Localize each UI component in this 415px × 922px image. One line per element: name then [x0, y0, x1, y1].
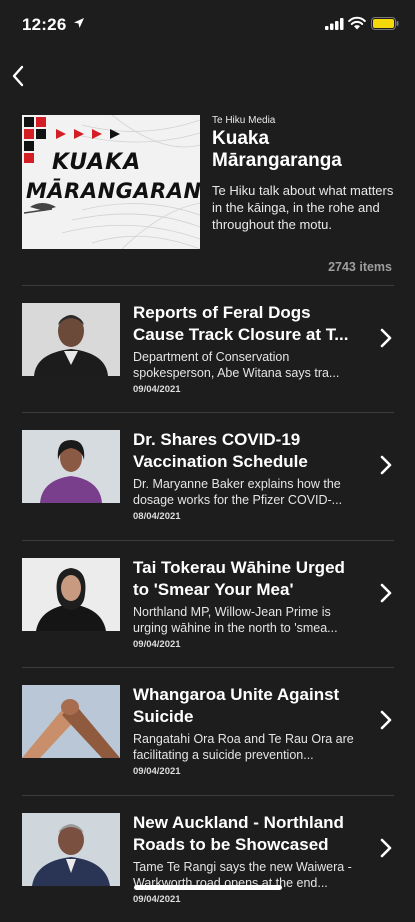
- episode-title: Tai Tokerau Wāhine Urged to 'Smear Your …: [133, 558, 345, 599]
- location-arrow-icon: [74, 18, 84, 28]
- episode-date: 09/04/2021: [133, 384, 181, 395]
- chevron-right-icon: [380, 838, 392, 858]
- podcast-title: Kuaka Mārangaranga: [212, 128, 342, 171]
- episode-description: Rangatahi Ora Roa and Te Rau Ora are fac…: [133, 732, 354, 762]
- podcast-header: KUAKA MĀRANGARANGA Te Hiku Media Kuaka M…: [22, 112, 394, 282]
- status-bar: 12:26: [0, 0, 415, 50]
- wifi-icon: [348, 16, 366, 30]
- episode-description: Dr. Maryanne Baker explains how the dosa…: [133, 477, 343, 507]
- signal-icon: [325, 18, 344, 30]
- battery-icon: [371, 17, 399, 30]
- episode-thumbnail: [22, 685, 120, 758]
- chevron-right-icon: [380, 583, 392, 603]
- episode-thumbnail: [22, 813, 120, 886]
- episode-thumbnail: [22, 558, 120, 631]
- episode-title: Reports of Feral Dogs Cause Track Closur…: [133, 303, 349, 344]
- episode-description: Northland MP, Willow-Jean Prime is urgin…: [133, 605, 338, 635]
- episode-row[interactable]: Reports of Feral Dogs Cause Track Closur…: [22, 286, 394, 412]
- podcast-cover-art: KUAKA MĀRANGARANGA: [22, 115, 200, 249]
- episode-description: Department of Conservation spokesperson,…: [133, 350, 340, 380]
- episode-row[interactable]: Tai Tokerau Wāhine Urged to 'Smear Your …: [22, 541, 394, 667]
- items-count: 2743 items: [328, 260, 392, 274]
- episode-title: New Auckland - Northland Roads to be Sho…: [133, 813, 344, 854]
- episode-date: 09/04/2021: [133, 639, 181, 650]
- podcast-publisher: Te Hiku Media: [212, 115, 276, 126]
- back-chevron-icon: [12, 65, 24, 87]
- chevron-right-icon: [380, 710, 392, 730]
- podcast-description: Te Hiku talk about what matters in the k…: [212, 183, 394, 232]
- cover-text-line2: MĀRANGARANGA: [26, 179, 200, 203]
- episode-thumbnail: [22, 430, 120, 503]
- episode-date: 09/04/2021: [133, 766, 181, 777]
- chevron-right-icon: [380, 328, 392, 348]
- chevron-right-icon: [380, 455, 392, 475]
- episode-row[interactable]: Dr. Shares COVID-19 Vaccination Schedule…: [22, 413, 394, 539]
- episode-row[interactable]: Whangaroa Unite Against Suicide Rangatah…: [22, 668, 394, 794]
- episode-thumbnail: [22, 303, 120, 376]
- episode-date: 08/04/2021: [133, 511, 181, 522]
- cover-text-line1: KUAKA: [52, 150, 142, 175]
- status-time: 12:26: [22, 15, 67, 34]
- episode-row[interactable]: New Auckland - Northland Roads to be Sho…: [22, 796, 394, 922]
- episode-title: Dr. Shares COVID-19 Vaccination Schedule: [133, 430, 308, 471]
- home-indicator[interactable]: [134, 885, 282, 890]
- back-button[interactable]: [6, 62, 30, 90]
- episode-title: Whangaroa Unite Against Suicide: [133, 685, 340, 726]
